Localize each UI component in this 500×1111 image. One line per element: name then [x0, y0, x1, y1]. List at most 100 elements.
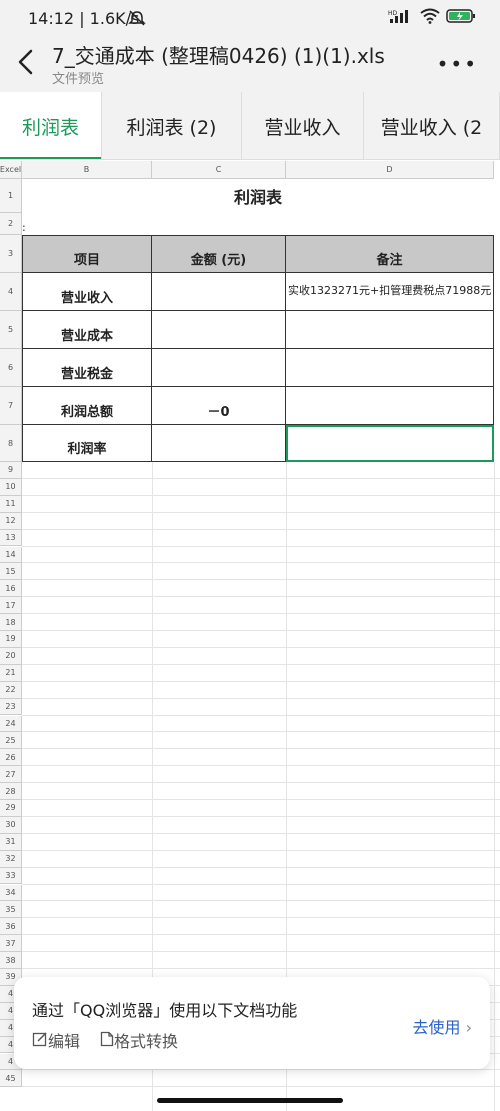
grid-line	[22, 613, 500, 615]
header-note[interactable]: 备注	[286, 235, 494, 273]
row-header[interactable]: 45	[0, 1070, 22, 1088]
row-header[interactable]: 12	[0, 512, 22, 530]
row-header[interactable]: 27	[0, 766, 22, 784]
row-header[interactable]: 22	[0, 681, 22, 699]
cell-item[interactable]: 营业收入	[22, 273, 152, 311]
back-arrow-icon[interactable]	[14, 48, 38, 76]
convert-label: 格式转换	[114, 1032, 179, 1051]
cell-note[interactable]	[286, 311, 494, 349]
grid-line	[22, 697, 500, 699]
cell-amount[interactable]	[152, 425, 286, 462]
sheet-tabs: 利润表 利润表 (2) 营业收入 营业收入 (2	[0, 92, 500, 160]
wifi-icon	[420, 8, 440, 24]
cell-amount[interactable]	[152, 349, 286, 387]
row2-colon: :	[22, 221, 26, 234]
home-indicator[interactable]	[157, 1098, 343, 1103]
row-header[interactable]: 31	[0, 833, 22, 851]
cell-amount[interactable]: －0	[152, 387, 286, 425]
row-header[interactable]: 24	[0, 715, 22, 733]
status-icons: HD	[388, 8, 476, 24]
header-item[interactable]: 项目	[22, 235, 152, 273]
tab-profit-statement-2[interactable]: 利润表 (2)	[102, 92, 242, 159]
cell-note[interactable]	[286, 387, 494, 425]
row-header[interactable]: 32	[0, 850, 22, 868]
tab-profit-statement[interactable]: 利润表	[0, 92, 102, 159]
header-amount[interactable]: 金额 (元)	[152, 235, 286, 273]
row-header[interactable]: 30	[0, 816, 22, 834]
grid-line	[22, 849, 500, 851]
row-header[interactable]: 11	[0, 495, 22, 513]
column-header-b[interactable]: B	[22, 161, 152, 179]
row-header[interactable]: 5	[0, 311, 22, 349]
cell-item[interactable]: 营业成本	[22, 311, 152, 349]
row-header[interactable]: 4	[0, 273, 22, 311]
cell-amount[interactable]	[152, 273, 286, 311]
row-header[interactable]: 29	[0, 800, 22, 817]
qq-browser-banner[interactable]: 通过「QQ浏览器」使用以下文档功能 编辑 格式转换 去使用 ›	[14, 977, 490, 1069]
row-header[interactable]: 21	[0, 664, 22, 682]
row-header[interactable]: 13	[0, 529, 22, 547]
grid-line	[22, 866, 500, 868]
convert-action[interactable]: 格式转换	[100, 1028, 178, 1052]
row-header[interactable]: 15	[0, 563, 22, 581]
banner-text: 通过「QQ浏览器」使用以下文档功能	[32, 1001, 298, 1020]
tab-operating-revenue[interactable]: 营业收入	[242, 92, 364, 159]
cell-note[interactable]	[286, 349, 494, 387]
row-header[interactable]: 26	[0, 749, 22, 767]
grid-line	[22, 934, 500, 936]
grid-line	[22, 511, 500, 513]
cell-item[interactable]: 利润率	[22, 425, 152, 462]
grid-line	[22, 1069, 500, 1071]
row-header[interactable]: 7	[0, 387, 22, 425]
grid-line	[22, 1086, 500, 1088]
edit-icon	[32, 1032, 47, 1047]
grid-line	[22, 646, 500, 648]
row-header[interactable]: 2	[0, 213, 22, 235]
row-header[interactable]: 36	[0, 918, 22, 936]
go-use-button[interactable]: 去使用 ›	[412, 1014, 472, 1038]
row-header[interactable]: 16	[0, 580, 22, 598]
corner-cell: Excel	[0, 161, 22, 179]
row-header[interactable]: 1	[0, 179, 22, 213]
row-header[interactable]: 25	[0, 732, 22, 750]
row-header[interactable]: 35	[0, 901, 22, 919]
row-header[interactable]: 34	[0, 884, 22, 902]
row-header[interactable]: 9	[0, 462, 22, 479]
column-header-c[interactable]: C	[152, 161, 286, 179]
grid-line	[22, 579, 500, 581]
grid-line	[22, 765, 500, 767]
row-header[interactable]: 10	[0, 478, 22, 496]
grid-line	[22, 832, 500, 834]
grid-line	[22, 900, 500, 902]
row-header[interactable]: 3	[0, 235, 22, 273]
spreadsheet: Excel B C D 1 2 3 4 5 6 7 8 9 10 11 12 13 14 1…	[0, 161, 500, 1111]
cell-amount[interactable]	[152, 311, 286, 349]
row-header[interactable]: 14	[0, 546, 22, 564]
row-header[interactable]: 28	[0, 783, 22, 800]
row-header[interactable]: 18	[0, 614, 22, 631]
cell-item[interactable]: 利润总额	[22, 387, 152, 425]
row-header[interactable]: 23	[0, 698, 22, 716]
cell-note[interactable]: 实收1323271元+扣管理费税点71988元	[286, 273, 494, 311]
row-header[interactable]: 8	[0, 425, 22, 462]
grid-line	[22, 731, 500, 733]
grid-line	[22, 951, 500, 953]
row-header[interactable]: 20	[0, 647, 22, 665]
row-header[interactable]: 19	[0, 631, 22, 648]
edit-action[interactable]: 编辑	[32, 1028, 80, 1052]
status-time: 14:12 | 1.6K/s	[28, 9, 140, 28]
row-header[interactable]: 33	[0, 867, 22, 885]
column-header-d[interactable]: D	[286, 161, 494, 179]
row-header[interactable]: 17	[0, 597, 22, 615]
status-bar: 14:12 | 1.6K/s HD	[0, 0, 500, 34]
row-header[interactable]: 6	[0, 349, 22, 387]
tab-operating-revenue-2[interactable]: 营业收入 (2	[364, 92, 500, 159]
row-header[interactable]: 37	[0, 935, 22, 953]
grid-line	[22, 663, 500, 665]
cell-item[interactable]: 营业税金	[22, 349, 152, 387]
row-header[interactable]: 38	[0, 952, 22, 969]
more-menu-icon[interactable]: •••	[437, 52, 478, 76]
selected-cell[interactable]	[286, 425, 494, 462]
document-icon	[100, 1031, 114, 1047]
grid-line	[22, 782, 500, 784]
